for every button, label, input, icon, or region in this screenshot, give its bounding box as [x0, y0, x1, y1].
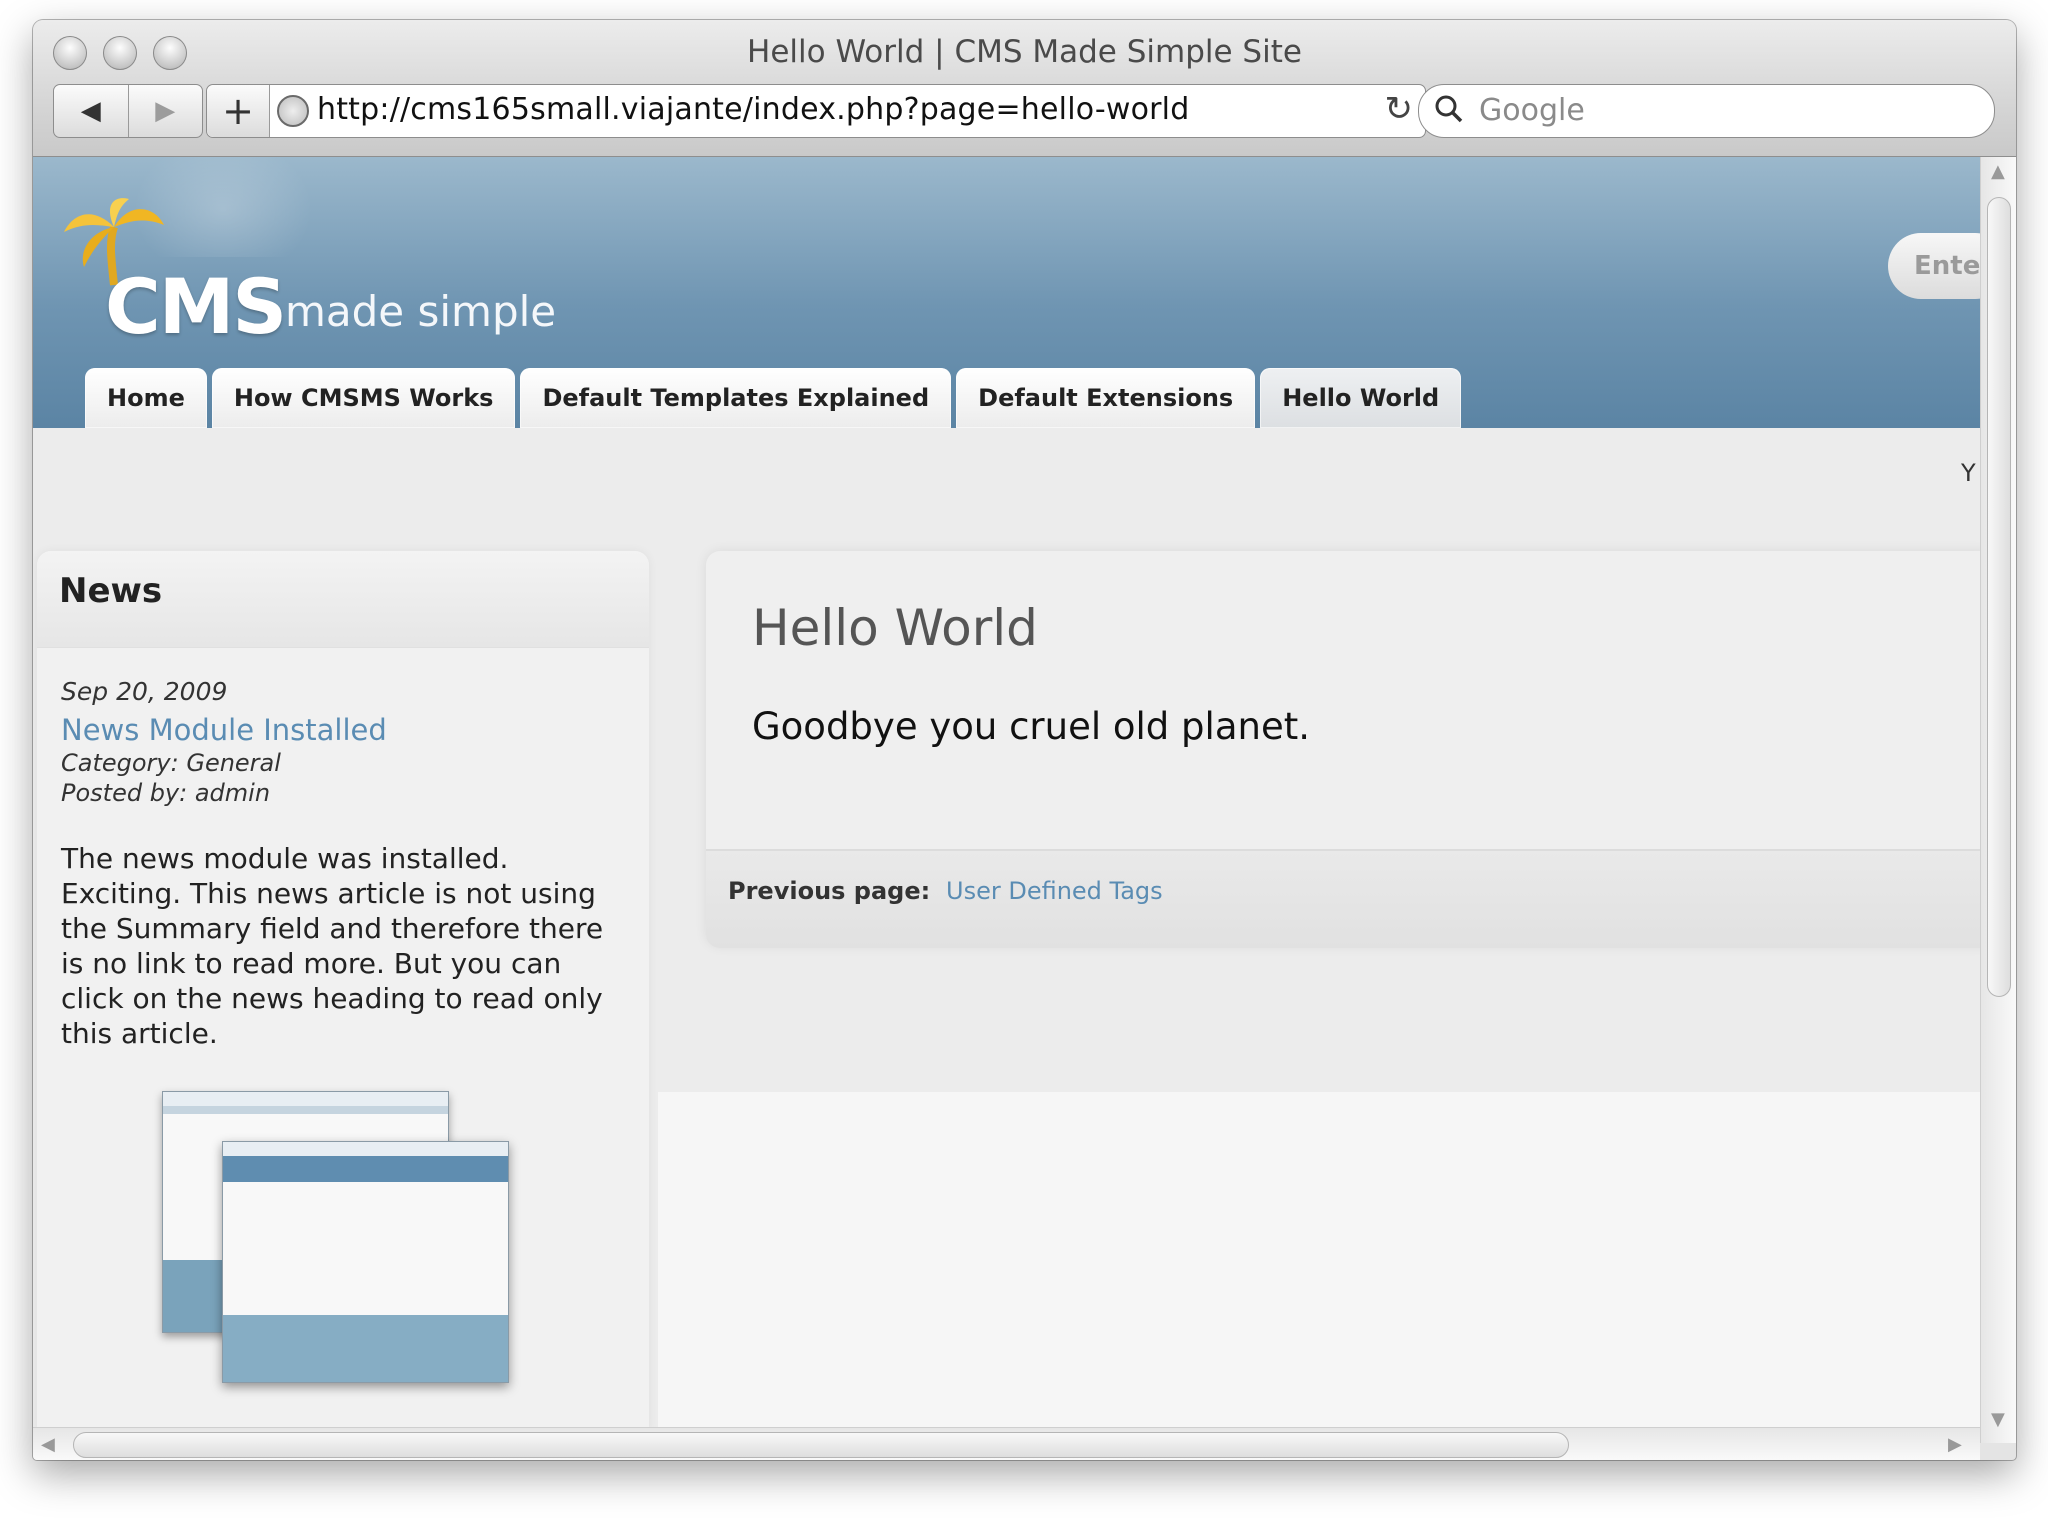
page-text: Goodbye you cruel old planet.: [752, 705, 1310, 748]
horizontal-scrollbar[interactable]: ◀ ▶: [33, 1427, 1980, 1460]
horizontal-scroll-thumb[interactable]: [73, 1432, 1569, 1458]
news-header: News: [37, 551, 649, 648]
forward-icon[interactable]: ▶: [127, 85, 203, 137]
scroll-left-icon[interactable]: ◀: [41, 1434, 55, 1455]
empty-content-area: [658, 1092, 1980, 1427]
news-body: The news module was installed. Exciting.…: [61, 842, 604, 1050]
scroll-right-icon[interactable]: ▶: [1948, 1434, 1962, 1455]
previous-page-label: Previous page:: [728, 877, 931, 905]
main-navigation: Home How CMSMS Works Default Templates E…: [85, 368, 1462, 428]
nav-tab-hello-world[interactable]: Hello World: [1260, 368, 1462, 428]
thumbnail-screen-front: [222, 1141, 509, 1383]
news-sidebar: News Sep 20, 2009 News Module Installed …: [37, 551, 649, 1427]
search-input[interactable]: Google: [1418, 84, 1995, 138]
back-forward-group: ◀ ▶: [53, 84, 203, 138]
logo-main[interactable]: CMS: [105, 262, 287, 351]
plus-icon[interactable]: +: [207, 85, 270, 137]
vertical-scrollbar[interactable]: ▲ ▼: [1980, 157, 2016, 1443]
browser-window: Hello World | CMS Made Simple Site ◀ ▶ +…: [33, 20, 2016, 1460]
vertical-scroll-thumb[interactable]: [1987, 197, 2011, 997]
scroll-up-icon[interactable]: ▲: [1991, 161, 2005, 182]
page-title: Hello World: [752, 599, 1038, 657]
url-field[interactable]: http://cms165small.viajante/index.php?pa…: [317, 92, 1189, 127]
news-category: Category: General: [61, 749, 281, 777]
address-bar[interactable]: + http://cms165small.viajante/index.php?…: [206, 84, 1426, 138]
title-bar: Hello World | CMS Made Simple Site ◀ ▶ +…: [33, 20, 2016, 157]
content-footer: Previous page: User Defined Tags: [706, 849, 1980, 948]
previous-page-link[interactable]: User Defined Tags: [946, 877, 1163, 905]
news-date: Sep 20, 2009: [61, 677, 228, 706]
cut-off-text: Y: [1961, 459, 1976, 487]
news-author: Posted by: admin: [61, 779, 271, 807]
nav-tab-how-cmsms-works[interactable]: How CMSMS Works: [211, 368, 516, 428]
news-title: News: [59, 571, 163, 611]
search-placeholder: Google: [1479, 93, 1585, 128]
back-icon[interactable]: ◀: [54, 85, 128, 137]
globe-icon: [277, 95, 309, 127]
reload-icon[interactable]: ↻: [1385, 89, 1414, 129]
scroll-down-icon[interactable]: ▼: [1991, 1409, 2005, 1430]
search-icon: [1433, 93, 1467, 135]
site-header: CMS made simple Ente Home How CMSMS Work…: [33, 157, 1980, 428]
nav-tab-default-templates[interactable]: Default Templates Explained: [520, 368, 952, 428]
nav-tab-default-extensions[interactable]: Default Extensions: [956, 368, 1256, 428]
news-headline-link[interactable]: News Module Installed: [61, 713, 387, 747]
page-viewport: CMS made simple Ente Home How CMSMS Work…: [33, 157, 1980, 1427]
nav-tab-home[interactable]: Home: [85, 368, 207, 428]
site-search-input[interactable]: Ente: [1888, 233, 1980, 299]
main-content: Hello World Goodbye you cruel old planet…: [706, 551, 1980, 948]
news-thumbnail-image: [162, 1091, 522, 1411]
logo-tagline: made simple: [285, 287, 557, 336]
window-title: Hello World | CMS Made Simple Site: [747, 34, 1302, 70]
